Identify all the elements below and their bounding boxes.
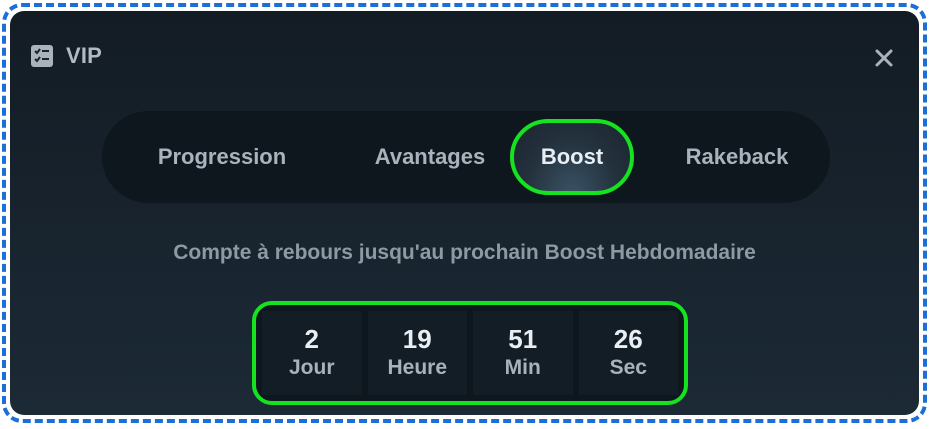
countdown-minutes: 51 Min <box>473 311 573 395</box>
countdown-minutes-value: 51 <box>508 324 538 354</box>
tab-boost[interactable]: Boost <box>510 119 634 195</box>
vip-list-icon <box>30 44 54 68</box>
vip-tabs: Progression Avantages Boost Rakeback <box>102 111 830 203</box>
screenshot-frame: VIP Progression Avantages Boost Rakeback… <box>2 3 927 423</box>
modal-title: VIP <box>66 43 103 68</box>
countdown-seconds-label: Sec <box>609 356 647 379</box>
countdown-seconds-value: 26 <box>613 324 643 354</box>
countdown-days-value: 2 <box>304 324 319 354</box>
boost-countdown: 2 Jour 19 Heure 51 Min 26 Sec <box>252 301 688 405</box>
tab-avantages[interactable]: Avantages <box>330 111 530 203</box>
countdown-seconds: 26 Sec <box>578 311 678 395</box>
countdown-hours: 19 Heure <box>367 311 467 395</box>
tab-progression[interactable]: Progression <box>122 111 322 203</box>
close-icon[interactable] <box>873 47 895 69</box>
countdown-days-label: Jour <box>288 356 335 379</box>
countdown-minutes-label: Min <box>504 356 541 379</box>
modal-header: VIP <box>30 43 102 69</box>
tab-rakeback[interactable]: Rakeback <box>642 111 832 203</box>
countdown-subtitle: Compte à rebours jusqu'au prochain Boost… <box>173 241 756 264</box>
countdown-hours-label: Heure <box>387 356 448 379</box>
countdown-days: 2 Jour <box>262 311 362 395</box>
countdown-hours-value: 19 <box>402 324 432 354</box>
vip-modal: VIP Progression Avantages Boost Rakeback… <box>10 11 919 415</box>
